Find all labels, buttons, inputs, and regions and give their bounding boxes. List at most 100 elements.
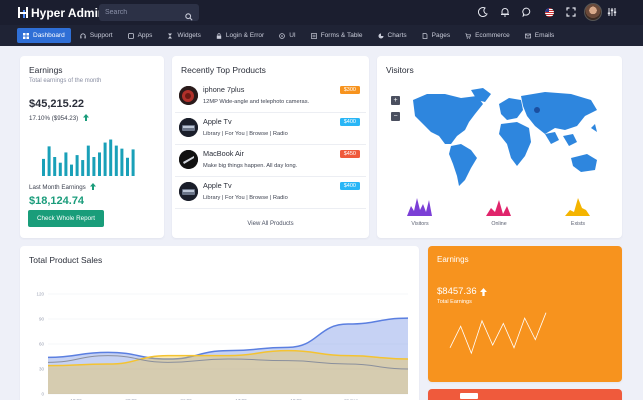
logo-icon xyxy=(18,7,28,18)
price-badge: $400 xyxy=(339,118,360,126)
forms-icon xyxy=(310,32,317,39)
nav-item-forms-table[interactable]: Forms & Table xyxy=(305,28,369,43)
product-name[interactable]: Apple Tv xyxy=(203,117,232,126)
dashboard-icon xyxy=(23,32,29,39)
earnings-bar xyxy=(103,142,107,176)
product-image xyxy=(179,118,198,137)
divider xyxy=(175,144,366,145)
search-input[interactable] xyxy=(105,9,185,16)
nav-item-login-error[interactable]: Login & Error xyxy=(210,28,270,43)
widgets-icon xyxy=(167,33,173,39)
nav-item-label: Emails xyxy=(534,32,555,39)
earnings-bar xyxy=(70,164,73,176)
y-tick-label: 30 xyxy=(39,367,45,372)
zoom-out-button[interactable]: − xyxy=(391,112,400,121)
earnings-bar xyxy=(58,162,62,176)
nav-item-dashboard[interactable]: Dashboard xyxy=(17,28,71,43)
nav-item-apps[interactable]: Apps xyxy=(122,28,159,43)
sparkline-path xyxy=(449,312,547,355)
product-name[interactable]: iphone 7plus xyxy=(203,85,244,94)
nav-item-label: Dashboard xyxy=(33,32,65,39)
earnings-change: 17.10% ($954.23) xyxy=(29,114,90,123)
product-image xyxy=(179,86,198,105)
earnings2-label: Total Earnings xyxy=(437,299,472,305)
view-all-products-link[interactable]: View All Products xyxy=(172,221,369,227)
nav-item-widgets[interactable]: Widgets xyxy=(161,28,206,43)
earnings-bar xyxy=(64,152,68,176)
arrow-up-icon xyxy=(83,114,90,123)
search-icon[interactable] xyxy=(185,8,193,26)
earnings-bar xyxy=(42,158,45,176)
earnings-bar xyxy=(81,160,85,176)
chart-icon xyxy=(378,33,384,39)
cart-icon xyxy=(465,32,472,39)
earnings-bar xyxy=(47,146,51,176)
mini-chart-online xyxy=(486,200,511,216)
flag-icon[interactable] xyxy=(545,8,554,17)
products-title: Recently Top Products xyxy=(181,65,266,75)
arrow-up-icon xyxy=(479,287,487,296)
divider xyxy=(175,176,366,177)
bell-icon[interactable] xyxy=(499,6,511,18)
product-desc: 12MP Wide-angle and telephoto cameras. xyxy=(203,99,310,105)
divider xyxy=(175,112,366,113)
avatar[interactable] xyxy=(584,3,602,21)
apps-icon xyxy=(127,32,134,39)
world-map[interactable] xyxy=(405,86,605,188)
nav-item-label: Pages xyxy=(431,32,451,39)
mini-chart-exists xyxy=(565,198,590,216)
earnings-bar xyxy=(86,145,90,176)
chat-icon[interactable] xyxy=(521,6,533,18)
earnings-subtitle: Total earnings of the month xyxy=(29,78,102,84)
last-month-value: $18,124.74 xyxy=(29,195,85,207)
earnings-change-text: 17.10% ($954.23) xyxy=(29,115,79,122)
check-report-button[interactable]: Check Whole Report xyxy=(28,210,104,227)
card-badge xyxy=(460,393,478,399)
nav-item-pages[interactable]: Pages xyxy=(416,28,456,43)
product-name[interactable]: MacBook Air xyxy=(203,149,244,158)
earnings2-title: Earnings xyxy=(437,255,469,264)
earnings2-value-row: $8457.36 xyxy=(437,286,487,297)
nav-item-charts[interactable]: Charts xyxy=(372,28,413,43)
earnings-bar xyxy=(120,148,124,176)
y-tick-label: 120 xyxy=(36,292,44,297)
headset-icon xyxy=(80,32,86,39)
earnings2-value: $8457.36 xyxy=(437,286,477,297)
nav-item-label: Charts xyxy=(387,32,407,39)
settings-icon[interactable] xyxy=(606,6,618,18)
earnings-orange-card: Earnings $8457.36 Total Earnings xyxy=(428,246,622,382)
product-desc: Library | For You | Browse | Radio xyxy=(203,195,288,201)
main-nav: Dashboard Support Apps Widgets Login & Error… xyxy=(0,25,643,46)
zoom-in-button[interactable]: + xyxy=(391,96,400,105)
fullscreen-icon[interactable] xyxy=(565,6,577,18)
mail-icon xyxy=(524,33,531,39)
nav-item-label: UI xyxy=(289,32,296,39)
nav-item-ui[interactable]: UI xyxy=(273,28,302,43)
logo[interactable]: Hyper Admin xyxy=(18,6,105,20)
earnings-bar xyxy=(75,155,79,176)
earnings-total: $45,215.22 xyxy=(29,98,85,110)
search-box[interactable] xyxy=(99,4,199,21)
earnings-bar xyxy=(98,152,101,176)
product-desc: Library | For You | Browse | Radio xyxy=(203,131,288,137)
arrow-up-icon xyxy=(89,183,96,192)
product-name[interactable]: Apple Tv xyxy=(203,181,232,190)
moon-icon[interactable] xyxy=(477,6,489,18)
nav-item-support[interactable]: Support xyxy=(74,28,119,43)
product-list: iphone 7plus 12MP Wide-angle and telephot… xyxy=(175,84,366,210)
nav-item-label: Apps xyxy=(137,32,153,39)
nav-item-ecommerce[interactable]: Ecommerce xyxy=(459,28,516,43)
earnings-title: Earnings xyxy=(29,65,63,75)
nav-item-emails[interactable]: Emails xyxy=(519,28,561,43)
mini-label-exists: Exists xyxy=(570,221,586,227)
last-month-label-row: Last Month Earnings xyxy=(29,183,96,192)
next-card xyxy=(428,389,622,400)
nav-item-label: Widgets xyxy=(177,32,201,39)
visitors-card: Visitors + − Visitors Online Exists xyxy=(377,56,622,238)
earnings-card: Earnings Total earnings of the month $45… xyxy=(20,56,164,238)
y-tick-label: 90 xyxy=(39,317,45,322)
earnings-bar xyxy=(92,157,96,176)
nav-item-label: Forms & Table xyxy=(320,32,363,39)
price-badge: $300 xyxy=(339,86,360,94)
ui-icon xyxy=(279,32,286,39)
